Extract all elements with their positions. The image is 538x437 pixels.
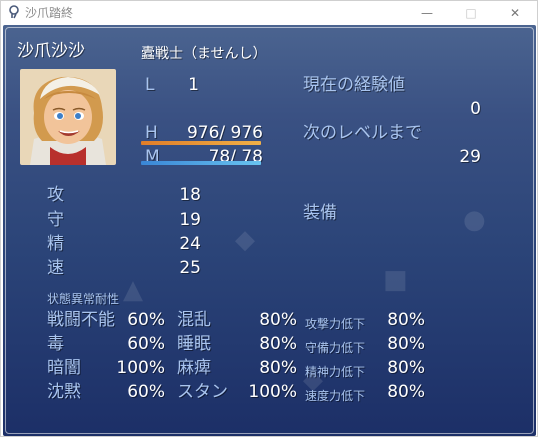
app-icon	[9, 5, 19, 19]
resist-label: 混乱	[177, 310, 211, 330]
param-value: 25	[179, 258, 201, 278]
param-label: 攻	[47, 185, 64, 205]
param-label: 精	[47, 234, 64, 254]
resist-label: 戦闘不能	[47, 310, 115, 330]
resist-value: 60%	[127, 382, 165, 402]
hp-gauge	[141, 141, 261, 145]
param-value: 18	[179, 185, 201, 205]
current-exp-label: 現在の経験値	[303, 75, 405, 95]
title-bar[interactable]: 沙爪踏終 — □ ✕	[1, 1, 537, 24]
close-button[interactable]: ✕	[493, 1, 537, 24]
resist-value: 80%	[259, 358, 297, 378]
resist-value: 100%	[116, 358, 165, 378]
param-label: 速	[47, 258, 64, 278]
hp-value: 976/ 976	[186, 123, 263, 143]
resist-header: 状態異常耐性	[47, 292, 120, 306]
current-exp-value: 0	[470, 99, 481, 119]
app-window: 沙爪踏終 — □ ✕ ◆ ■ ● ▲ ◆ 沙爪沙沙 蠹戦士（ませんし） L 1 …	[0, 0, 538, 437]
window-title: 沙爪踏終	[25, 6, 74, 20]
background-pattern: ■	[383, 265, 408, 295]
resist-label: 精神力低下	[305, 365, 366, 379]
resist-value: 80%	[259, 310, 297, 330]
maximize-button[interactable]: □	[449, 1, 493, 24]
resist-value: 80%	[387, 382, 425, 402]
resist-label: 暗闇	[47, 358, 81, 378]
param-value: 19	[179, 210, 201, 230]
equipment-label: 装備	[303, 203, 337, 223]
resist-label: 毒	[47, 334, 64, 354]
actor-class: 蠹戦士（ませんし）	[141, 46, 267, 62]
resist-value: 80%	[387, 310, 425, 330]
actor-name: 沙爪沙沙	[17, 41, 85, 61]
resist-label: 睡眠	[177, 334, 211, 354]
next-exp-label: 次のレベルまで	[303, 123, 422, 143]
resist-value: 60%	[127, 334, 165, 354]
next-exp-value: 29	[459, 147, 481, 167]
resist-label: 速度力低下	[305, 389, 366, 403]
resist-value: 60%	[127, 310, 165, 330]
status-window: ◆ ■ ● ▲ ◆ 沙爪沙沙 蠹戦士（ませんし） L 1 H 976/ 976 …	[3, 25, 536, 436]
resist-value: 80%	[259, 334, 297, 354]
level-value: 1	[188, 75, 199, 95]
param-label: 守	[47, 210, 64, 230]
hp-label: H	[145, 123, 158, 143]
close-icon: ✕	[509, 5, 521, 20]
background-pattern: ●	[463, 205, 486, 235]
mp-gauge	[141, 161, 261, 165]
resist-value: 100%	[248, 382, 297, 402]
level-label: L	[145, 75, 155, 95]
background-pattern: ◆	[235, 225, 255, 255]
minimize-button[interactable]: —	[405, 1, 449, 24]
resist-label: 攻撃力低下	[305, 317, 366, 331]
actor-portrait	[20, 69, 116, 165]
minimize-icon: —	[421, 5, 433, 20]
background-pattern: ▲	[123, 275, 143, 305]
resist-label: 沈黙	[47, 382, 81, 402]
param-value: 24	[179, 234, 201, 254]
resist-label: スタン	[177, 382, 228, 402]
resist-label: 守備力低下	[305, 341, 366, 355]
resist-label: 麻痺	[177, 358, 211, 378]
maximize-icon: □	[465, 5, 477, 20]
resist-value: 80%	[387, 334, 425, 354]
resist-value: 80%	[387, 358, 425, 378]
